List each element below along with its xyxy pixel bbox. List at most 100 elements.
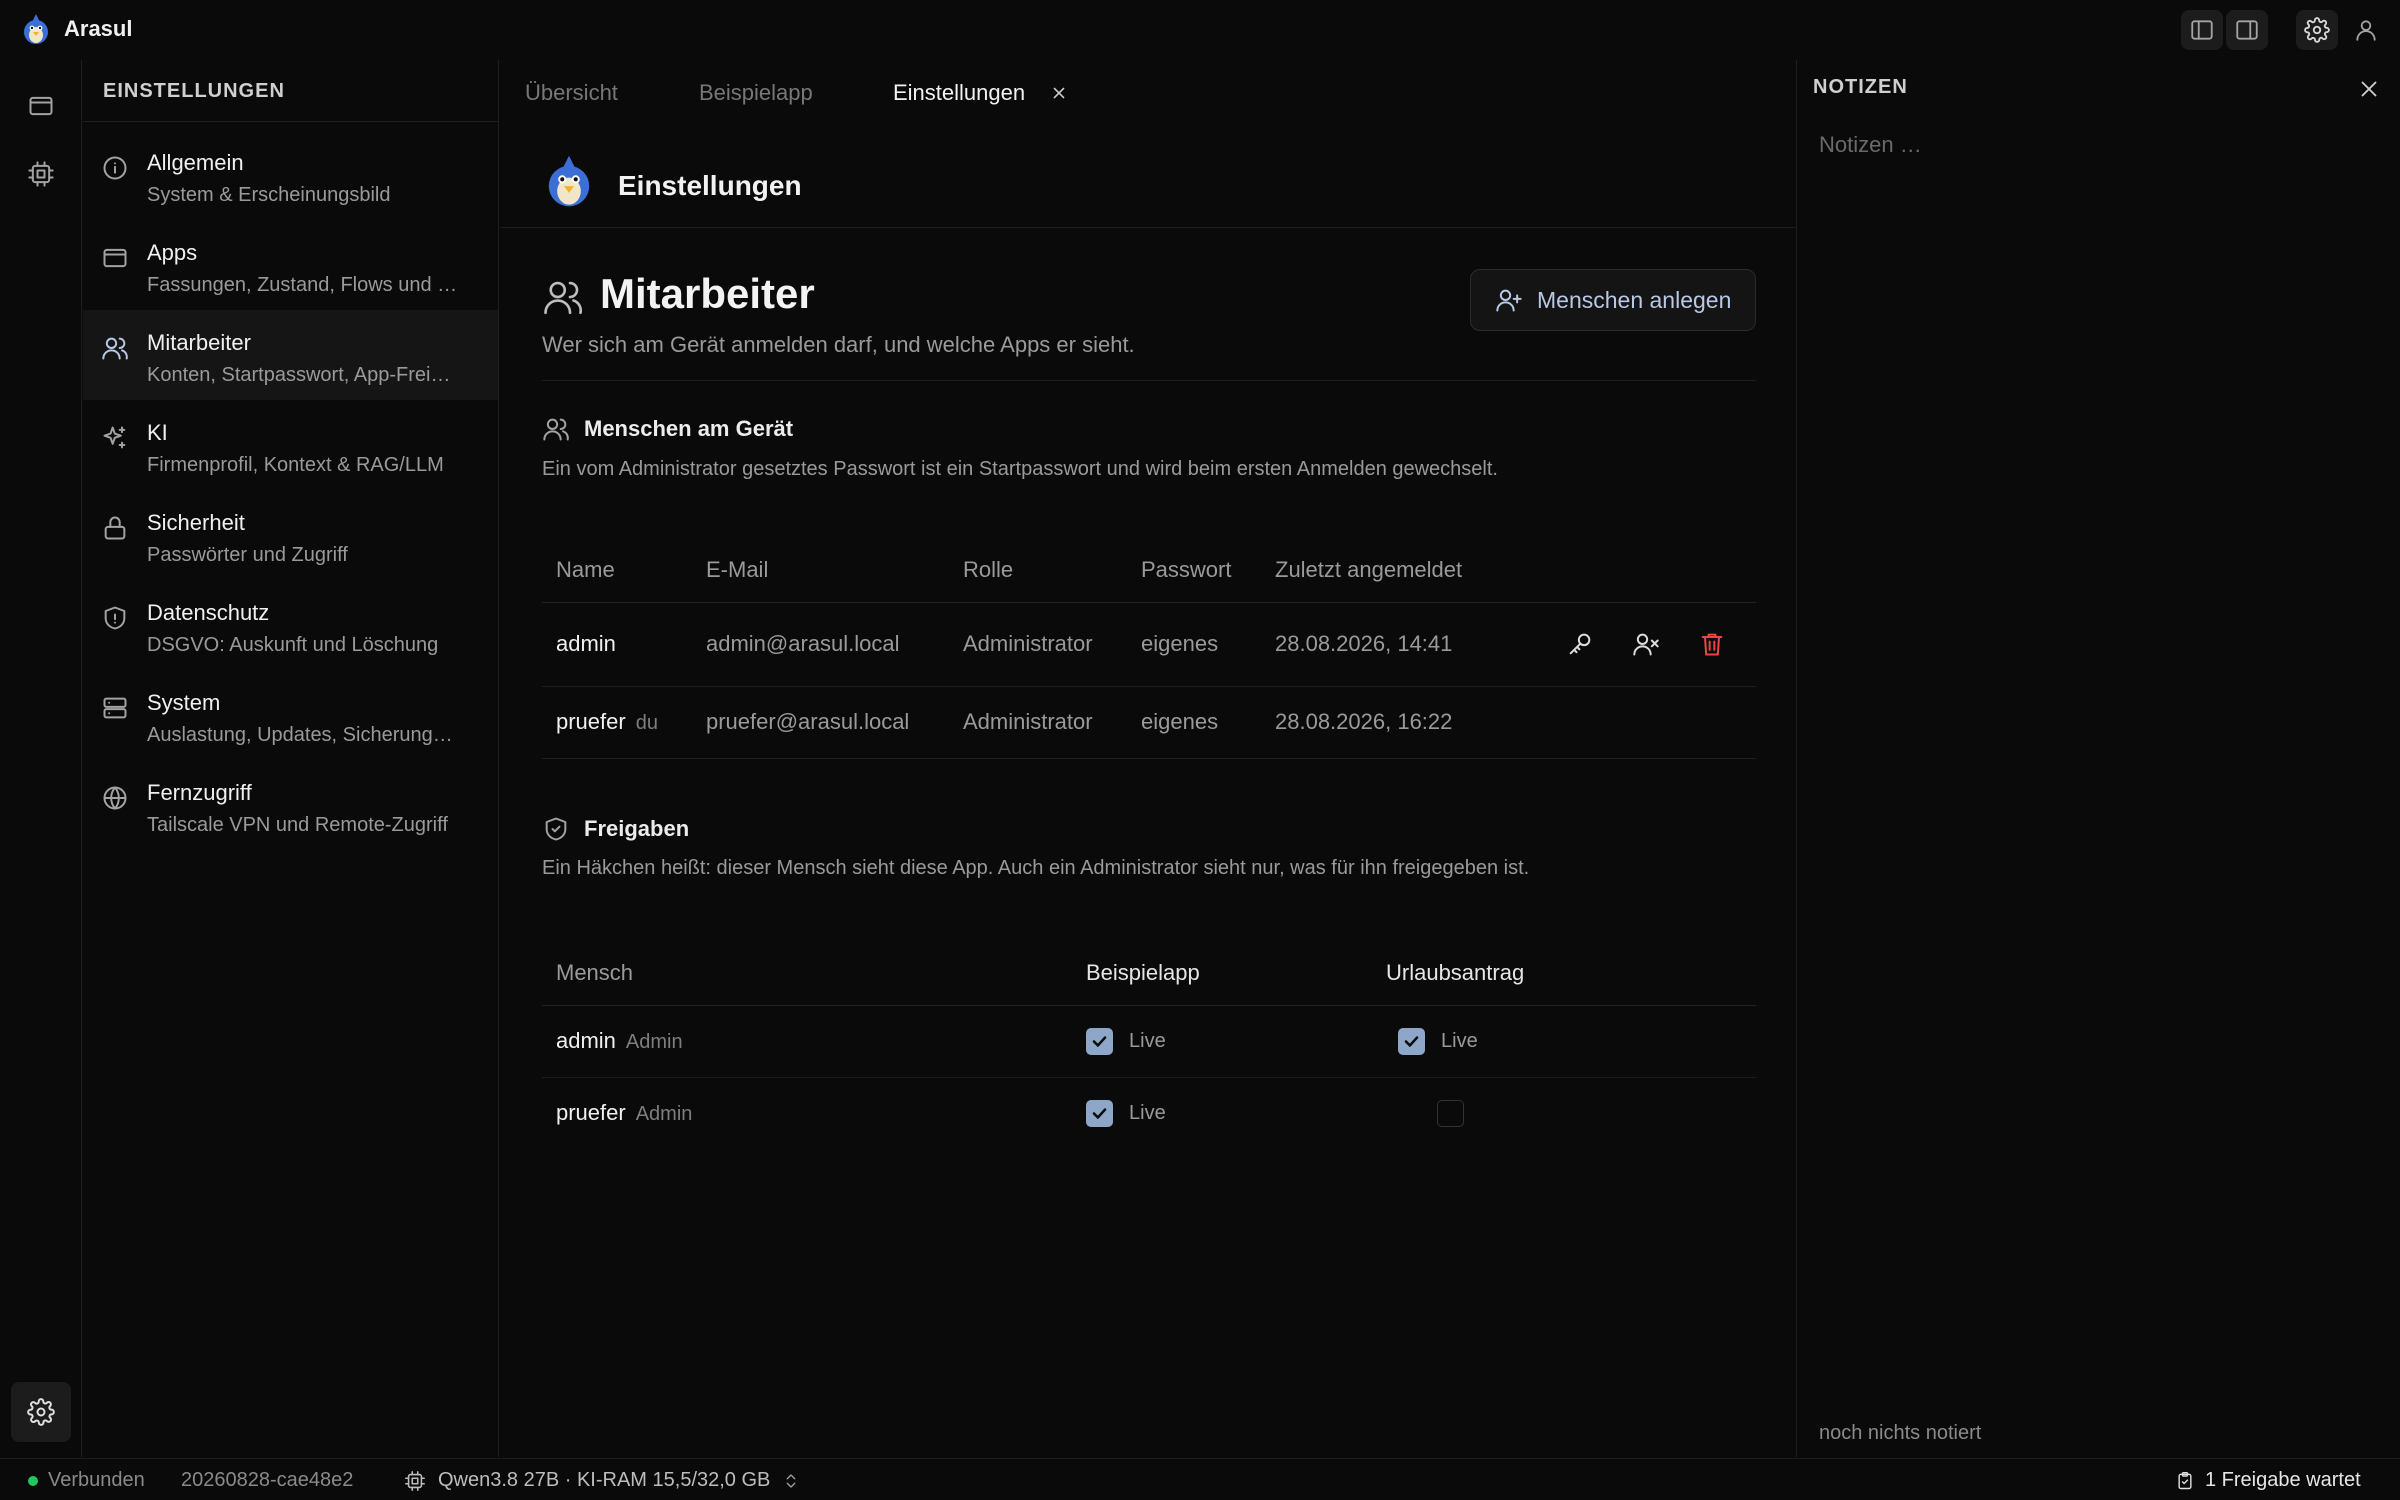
grant-person-name: pruefer <box>556 1100 626 1126</box>
user-remove-icon[interactable] <box>1632 630 1660 658</box>
grant-cell: Live <box>1372 1005 1756 1078</box>
person-last-login: 28.08.2026, 14:41 <box>1261 602 1531 687</box>
person-password: eigenes <box>1127 602 1261 687</box>
grant-checkbox[interactable] <box>1086 1100 1113 1128</box>
grant-status: Live <box>1129 1102 1166 1125</box>
column-header: E-Mail <box>692 538 949 603</box>
section-subtitle: Wer sich am Gerät anmelden darf, und wel… <box>542 332 1135 357</box>
online-dot-icon <box>28 1475 38 1486</box>
section-title: Mitarbeiter <box>600 270 815 317</box>
grant-checkbox[interactable] <box>1086 1027 1113 1055</box>
nav-item-sicherheit[interactable]: Sicherheit Passwörter und Zugriff <box>83 490 498 580</box>
pending-approvals[interactable]: 1 Freigabe wartet <box>2175 1469 2361 1492</box>
window-icon <box>103 248 127 268</box>
notes-panel: NOTIZEN Notizen … noch nichts notiert <box>1796 60 2400 1457</box>
icon-rail <box>0 60 82 1457</box>
nav-item-fernzugriff[interactable]: Fernzugriff Tailscale VPN und Remote-Zug… <box>83 760 498 850</box>
grant-person-cell: pruefer Admin <box>542 1077 1072 1149</box>
nav-item-title: Datenschutz <box>147 600 270 625</box>
close-tab-icon[interactable] <box>1048 82 1070 104</box>
server-icon <box>103 697 127 719</box>
add-person-button[interactable]: Menschen anlegen <box>1470 269 1756 331</box>
grant-person-cell: admin Admin <box>542 1005 1072 1078</box>
nav-item-allgemein[interactable]: Allgemein System & Erscheinungsbild <box>83 130 498 220</box>
nav-item-ki[interactable]: KI Firmenprofil, Kontext & RAG/LLM <box>83 400 498 490</box>
column-header: Passwort <box>1127 538 1261 603</box>
row-actions <box>1531 602 1756 687</box>
row-actions <box>1531 686 1756 759</box>
nav-item-datenschutz[interactable]: Datenschutz DSGVO: Auskunft und Löschung <box>83 580 498 670</box>
window-icon <box>29 96 53 116</box>
chevron-up-down-icon <box>787 1473 796 1488</box>
toggle-right-panel-button[interactable] <box>2226 10 2268 50</box>
notes-input[interactable]: Notizen … <box>1819 132 1922 158</box>
column-header-actions <box>1531 538 1756 603</box>
nav-item-subtitle: Tailscale VPN und Remote-Zugriff <box>147 814 448 836</box>
role-tag: Admin <box>635 1103 693 1126</box>
grant-checkbox-unchecked[interactable] <box>1437 1100 1464 1128</box>
build-id: 20260828-cae48e2 <box>181 1469 354 1491</box>
tab-einstellungen[interactable]: Einstellungen <box>893 80 1025 106</box>
nav-item-title: Fernzugriff <box>147 780 252 805</box>
tab-uebersicht[interactable]: Übersicht <box>525 80 618 106</box>
grant-checkbox[interactable] <box>1398 1027 1425 1055</box>
rail-settings-button[interactable] <box>11 1382 71 1442</box>
table-header-row: Name E-Mail Rolle Passwort Zuletzt angem… <box>542 538 1756 603</box>
close-icon[interactable] <box>2356 76 2382 102</box>
add-person-label: Menschen anlegen <box>1537 286 1732 313</box>
grants-heading: Freigaben <box>542 815 689 843</box>
status-bar: Verbunden 20260828-cae48e2 Qwen3.8 27B ·… <box>0 1458 2400 1500</box>
nav-item-apps[interactable]: Apps Fassungen, Zustand, Flows und … <box>83 220 498 310</box>
grants-title: Freigaben <box>584 816 690 841</box>
info-icon <box>103 156 127 180</box>
person-role: Administrator <box>949 602 1127 687</box>
person-name: admin <box>542 602 692 687</box>
sparkles-icon <box>103 426 126 449</box>
tab-bar: Übersicht Beispielapp Einstellungen <box>500 60 1796 122</box>
connection-status: Verbunden <box>28 1469 145 1492</box>
model-label: Qwen3.8 27B · KI-RAM 15,5/32,0 GB <box>438 1469 771 1491</box>
sidebar-right-icon <box>2236 20 2258 40</box>
divider <box>542 758 1756 759</box>
table-header-row: Mensch Beispielapp Urlaubsantrag <box>542 941 1756 1006</box>
column-header: Beispielapp <box>1072 941 1372 1006</box>
nav-item-mitarbeiter[interactable]: Mitarbeiter Konten, Startpasswort, App-F… <box>83 310 498 400</box>
rail-apps-button[interactable] <box>20 85 62 127</box>
account-button[interactable] <box>2345 10 2387 50</box>
rail-hardware-button[interactable] <box>20 153 62 195</box>
brand[interactable]: Arasul <box>20 12 132 46</box>
globe-icon <box>103 786 127 810</box>
people-description: Ein vom Administrator gesetztes Passwort… <box>542 458 1498 480</box>
table-row: pruefer Admin Live <box>542 1077 1756 1149</box>
settings-button[interactable] <box>2296 10 2338 50</box>
cpu-icon <box>405 1470 425 1491</box>
cpu-icon <box>28 161 54 187</box>
notes-heading: NOTIZEN <box>1813 76 1908 98</box>
grant-status: Live <box>1441 1029 1478 1052</box>
user-plus-icon <box>1496 289 1522 312</box>
nav-item-title: KI <box>147 420 168 445</box>
nav-item-system[interactable]: System Auslastung, Updates, Sicherung… <box>83 670 498 760</box>
nav-item-title: System <box>147 690 221 715</box>
check-icon <box>1404 1036 1419 1047</box>
table-row: admin Admin Live Live <box>542 1005 1756 1078</box>
grants-description: Ein Häkchen heißt: dieser Mensch sieht d… <box>542 857 1530 879</box>
table-row: admin admin@arasul.local Administrator e… <box>542 602 1756 687</box>
shield-check-icon <box>545 817 567 841</box>
people-heading: Menschen am Gerät <box>542 415 793 443</box>
nav-item-subtitle: Fassungen, Zustand, Flows und … <box>147 274 458 296</box>
nav-item-subtitle: Passwörter und Zugriff <box>147 544 348 566</box>
tab-beispielapp[interactable]: Beispielapp <box>699 80 813 106</box>
role-tag: Admin <box>625 1031 683 1053</box>
key-icon[interactable] <box>1566 630 1594 658</box>
trash-icon[interactable] <box>1698 630 1726 658</box>
app-header: Einstellungen <box>500 140 1796 228</box>
divider <box>542 380 1756 381</box>
nav-item-title: Mitarbeiter <box>147 330 251 355</box>
column-header: Mensch <box>542 941 1072 1006</box>
column-header: Rolle <box>949 538 1127 603</box>
lock-icon <box>104 516 126 540</box>
toggle-left-panel-button[interactable] <box>2181 10 2223 50</box>
model-selector[interactable]: Qwen3.8 27B · KI-RAM 15,5/32,0 GB <box>404 1469 800 1492</box>
app-name: Arasul <box>64 16 133 41</box>
